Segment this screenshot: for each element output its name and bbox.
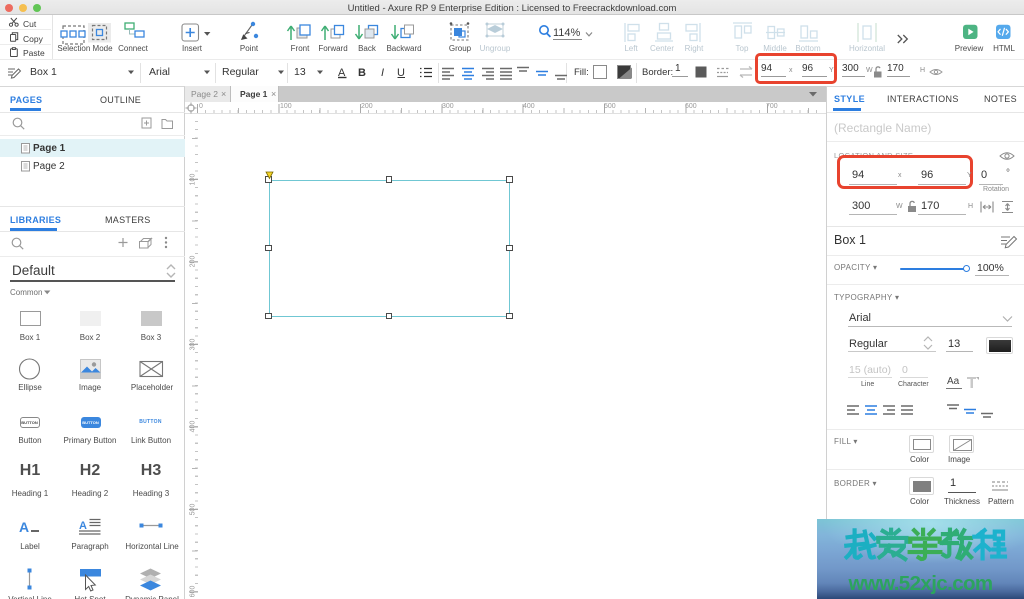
svg-text:B: B xyxy=(358,67,366,79)
svg-text:A: A xyxy=(19,519,29,535)
svg-text:A: A xyxy=(79,520,87,532)
svg-text:114%: 114% xyxy=(553,27,581,39)
svg-text:I: I xyxy=(381,67,384,79)
